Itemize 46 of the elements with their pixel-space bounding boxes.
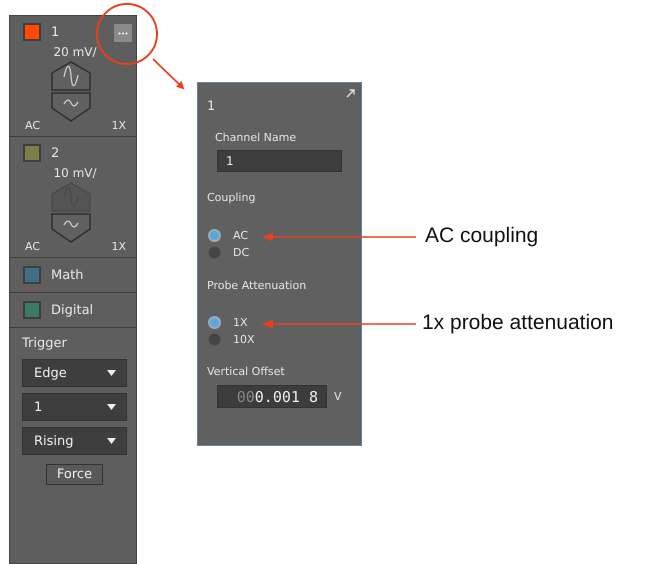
channel-color-swatch[interactable] [23,23,41,41]
dropdown-caret-icon [107,370,116,376]
channel-row[interactable]: Digital [10,293,136,328]
radio-button[interactable] [208,246,221,259]
field-label: Channel Name [215,131,298,144]
radio-option[interactable]: AC [207,229,361,242]
channel-label: Math [51,268,84,282]
expand-icon[interactable] [346,89,355,98]
radio-option[interactable]: DC [207,246,361,259]
radio-button[interactable] [208,229,221,242]
radio-option[interactable]: 1X [207,316,361,329]
scale-down-button[interactable] [51,213,91,243]
force-button[interactable]: Force [46,464,104,485]
radio-option[interactable]: 10X [207,333,361,346]
scale-label: 20 mV/ [52,45,98,59]
channel-label: Digital [51,302,94,318]
probe-label: 1X [111,240,126,253]
channel-number: 1 [51,24,60,40]
dropdown-caret-icon [107,438,116,444]
callout-text: AC coupling [425,224,538,248]
scale-down-button[interactable] [51,92,91,122]
scale-label: 10 mV/ [52,166,98,180]
channel-number: 2 [51,146,60,160]
dropdown-caret-icon [107,404,116,410]
more-button[interactable] [114,24,132,42]
trigger-title: Trigger [22,336,68,351]
scale-up-button[interactable] [51,61,91,91]
radio-button[interactable] [208,333,221,346]
trigger-dropdown[interactable]: 1 [22,393,127,421]
callout-text: 1x probe attenuation [422,311,614,335]
more-icon [118,32,128,34]
section-label: Vertical Offset [207,365,286,378]
trigger-dropdown[interactable]: Rising [22,427,127,455]
vertical-offset-field[interactable]: 000.001 8 [217,385,327,408]
section-label: Probe Attenuation [207,279,308,292]
channel-row[interactable]: Math [10,258,136,293]
section-label: Coupling [207,191,256,204]
channel-color-swatch[interactable] [23,144,41,162]
coupling-label: AC [25,119,40,132]
unit-label: V [334,390,342,403]
coupling-label: AC [25,240,40,253]
radio-button[interactable] [208,316,221,329]
probe-label: 1X [111,119,126,132]
popup-title: 1 [207,99,216,114]
trigger-dropdown[interactable]: Edge [22,359,127,387]
channel-name-field[interactable]: 1 [217,150,342,172]
